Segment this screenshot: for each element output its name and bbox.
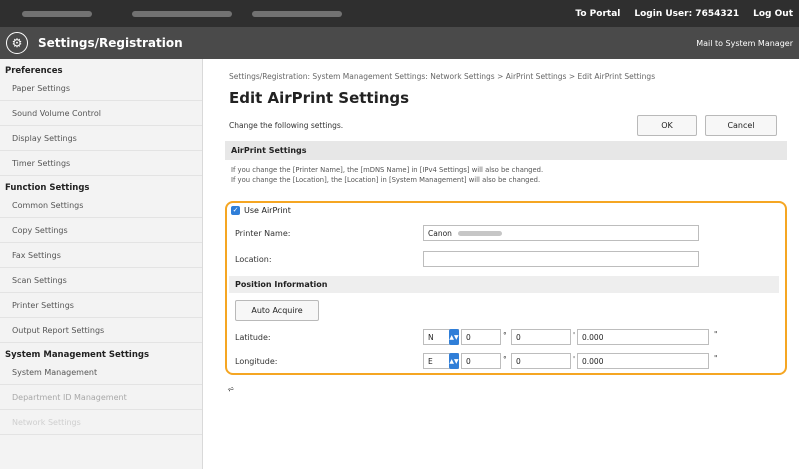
sidebar-item-department-id-management[interactable]: Department ID Management [0, 385, 202, 410]
airprint-settings-heading: AirPrint Settings [225, 141, 787, 160]
use-airprint-checkbox[interactable]: ✓ [231, 206, 240, 215]
settings-header: ⚙ Settings/Registration Mail to System M… [0, 27, 799, 59]
sidebar-item-paper-settings[interactable]: Paper Settings [0, 76, 202, 101]
blurred-host-text [22, 10, 92, 17]
note-location: If you change the [Location], the [Locat… [231, 176, 541, 184]
back-to-top-icon[interactable]: ⩫ [227, 385, 235, 395]
latitude-direction-value: N [428, 332, 434, 342]
sidebar-item-output-report-settings[interactable]: Output Report Settings [0, 318, 202, 343]
select-arrow-icon: ▲▼ [449, 353, 459, 369]
breadcrumb: Settings/Registration: System Management… [229, 72, 656, 81]
latitude-minutes-field[interactable]: 0 [511, 329, 571, 345]
sidebar: Preferences Paper Settings Sound Volume … [0, 59, 203, 469]
location-label: Location: [235, 255, 272, 264]
latitude-direction-select[interactable]: N ▲▼ [423, 329, 459, 345]
degree-symbol: ° [503, 355, 507, 364]
position-information-heading: Position Information [229, 276, 779, 293]
location-field[interactable] [423, 251, 699, 267]
blurred-host-text [132, 10, 232, 17]
logout-link[interactable]: Log Out [753, 9, 793, 19]
minute-symbol: ' [573, 331, 576, 340]
longitude-seconds-field[interactable]: 0.000 [577, 353, 709, 369]
printer-name-label: Printer Name: [235, 229, 291, 238]
longitude-degrees-field[interactable]: 0 [461, 353, 501, 369]
sidebar-item-common-settings[interactable]: Common Settings [0, 193, 202, 218]
second-symbol: " [714, 354, 718, 363]
sidebar-item-scan-settings[interactable]: Scan Settings [0, 268, 202, 293]
top-bar: To Portal Login User: 7654321 Log Out [0, 0, 799, 27]
sidebar-heading-preferences: Preferences [5, 66, 63, 76]
latitude-label: Latitude: [235, 333, 271, 342]
main-content: Settings/Registration: System Management… [203, 59, 799, 469]
sidebar-heading-function-settings: Function Settings [5, 183, 90, 193]
sidebar-item-network-settings[interactable]: Network Settings [0, 410, 202, 435]
sidebar-item-system-management[interactable]: System Management [0, 360, 202, 385]
to-portal-link[interactable]: To Portal [575, 9, 620, 19]
instruction-text: Change the following settings. [229, 120, 344, 130]
cancel-button[interactable]: Cancel [705, 114, 777, 136]
blurred-printer-name [457, 230, 502, 236]
longitude-direction-value: E [428, 356, 433, 366]
select-arrow-icon: ▲▼ [449, 329, 459, 345]
use-airprint-label: Use AirPrint [244, 206, 291, 215]
sidebar-heading-system-management-settings: System Management Settings [5, 350, 150, 360]
ok-button[interactable]: OK [637, 114, 697, 136]
sidebar-item-sound-volume-control[interactable]: Sound Volume Control [0, 101, 202, 126]
longitude-direction-select[interactable]: E ▲▼ [423, 353, 459, 369]
printer-name-value: Canon [428, 228, 452, 238]
note-printer-name: If you change the [Printer Name], the [m… [231, 166, 544, 174]
minute-symbol: ' [573, 355, 576, 364]
page-title: Edit AirPrint Settings [229, 89, 410, 107]
latitude-seconds-field[interactable]: 0.000 [577, 329, 709, 345]
degree-symbol: ° [503, 331, 507, 340]
sidebar-item-display-settings[interactable]: Display Settings [0, 126, 202, 151]
settings-gear-icon: ⚙ [6, 32, 28, 54]
header-title: Settings/Registration [38, 36, 183, 50]
printer-name-field[interactable]: Canon [423, 225, 699, 241]
longitude-label: Longitude: [235, 357, 278, 366]
latitude-degrees-field[interactable]: 0 [461, 329, 501, 345]
longitude-minutes-field[interactable]: 0 [511, 353, 571, 369]
sidebar-item-copy-settings[interactable]: Copy Settings [0, 218, 202, 243]
auto-acquire-button[interactable]: Auto Acquire [235, 300, 319, 321]
mail-to-system-manager-link[interactable]: Mail to System Manager [696, 39, 793, 48]
blurred-host-text [252, 10, 342, 17]
sidebar-item-printer-settings[interactable]: Printer Settings [0, 293, 202, 318]
login-user-text: Login User: 7654321 [634, 8, 740, 19]
instruction-row: Change the following settings. OK Cancel [225, 112, 787, 138]
sidebar-item-timer-settings[interactable]: Timer Settings [0, 151, 202, 176]
notes: If you change the [Printer Name], the [m… [231, 165, 543, 185]
use-airprint-row[interactable]: ✓ Use AirPrint [231, 206, 291, 215]
sidebar-item-fax-settings[interactable]: Fax Settings [0, 243, 202, 268]
second-symbol: " [714, 330, 718, 339]
